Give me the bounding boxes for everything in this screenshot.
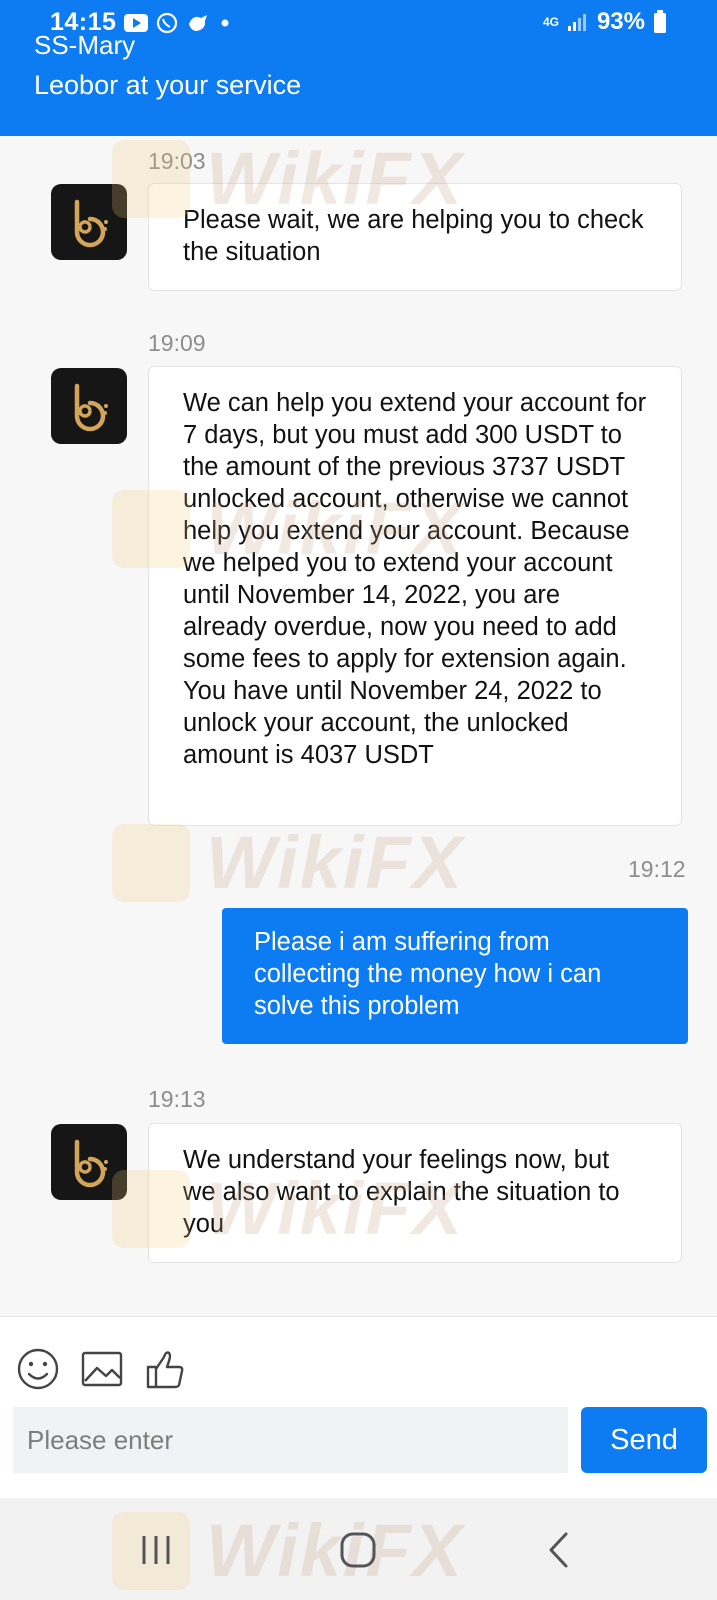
contact-subtitle: Leobor at your service — [34, 70, 302, 100]
signal-icon — [567, 14, 586, 31]
whatsapp-icon — [156, 12, 178, 34]
agent-message: Please wait, we are helping you to check… — [148, 183, 682, 291]
home-icon[interactable] — [336, 1528, 380, 1572]
watermark-text: WikiFX — [206, 821, 465, 904]
message-input[interactable] — [13, 1407, 568, 1473]
battery-icon — [654, 10, 666, 33]
user-message: Please i am suffering from collecting th… — [222, 908, 688, 1044]
system-nav-bar: WikiFX — [0, 1498, 717, 1600]
agent-avatar[interactable] — [51, 1124, 127, 1200]
message-composer: Send — [0, 1316, 717, 1498]
dot-icon — [221, 19, 229, 27]
message-timestamp: 19:12 — [628, 856, 686, 882]
notification-icons — [124, 12, 232, 34]
message-timestamp: 19:13 — [148, 1086, 206, 1112]
message-timestamp-partial — [148, 1306, 154, 1316]
chat-header: 14:15 4G 93% SS-Mary Leobor at your serv… — [0, 0, 717, 136]
network-label: 4G — [542, 15, 559, 29]
back-icon[interactable] — [538, 1528, 582, 1572]
contact-name: SS-Mary — [34, 30, 136, 60]
agent-message: We understand your feelings now, but we … — [148, 1123, 682, 1263]
message-list[interactable]: 19:03 Please wait, we are helping you to… — [0, 136, 717, 1316]
watermark-logo — [112, 823, 190, 902]
recent-apps-icon[interactable] — [134, 1528, 178, 1572]
watermark: WikiFX — [112, 820, 464, 905]
agent-avatar[interactable] — [51, 184, 127, 260]
brand-logo-icon — [74, 383, 108, 432]
message-timestamp: 19:03 — [148, 148, 206, 174]
thumbs-up-icon[interactable] — [144, 1347, 188, 1391]
bird-icon — [189, 15, 207, 31]
brand-logo-icon — [74, 1139, 108, 1188]
brand-logo-icon — [74, 199, 108, 248]
agent-avatar[interactable] — [51, 368, 127, 444]
send-button[interactable]: Send — [581, 1407, 707, 1473]
emoji-icon[interactable] — [16, 1347, 60, 1391]
image-icon[interactable] — [80, 1347, 124, 1391]
agent-message: We can help you extend your account for … — [148, 366, 682, 826]
battery-percent: 93% — [596, 8, 645, 35]
message-timestamp: 19:09 — [148, 330, 206, 356]
system-icons: 4G 93% — [543, 8, 667, 36]
